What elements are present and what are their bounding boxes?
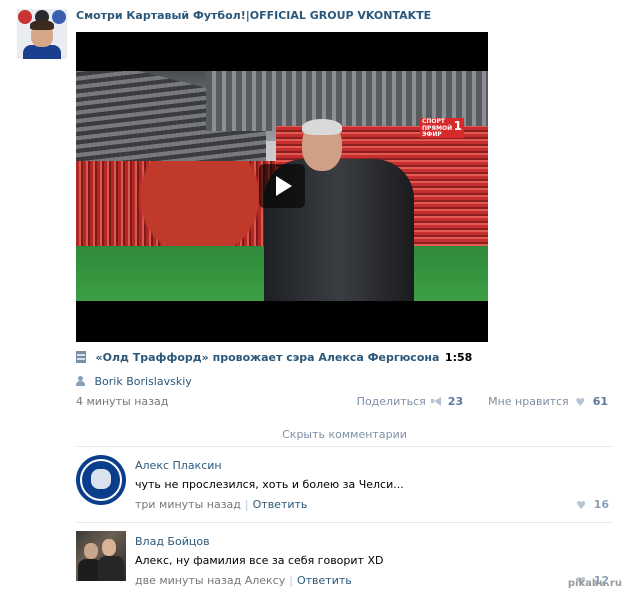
channel-logo-sub: ПРЯМОЙ ЭФИР: [422, 124, 453, 139]
reply-button[interactable]: Ответить: [253, 498, 308, 511]
share-button[interactable]: Поделиться: [357, 395, 426, 408]
heart-icon: ♥: [576, 499, 587, 512]
play-button[interactable]: [259, 164, 305, 208]
comment-avatar[interactable]: [76, 455, 126, 505]
comment-avatar[interactable]: [76, 531, 126, 581]
group-title-link[interactable]: Смотри Картавый Футбол!|OFFICIAL GROUP V…: [76, 9, 431, 22]
club-badge-icon: [52, 10, 66, 24]
watermark: pikabu.ru: [567, 578, 622, 589]
comment: Алекс Плаксин чуть не прослезился, хоть …: [76, 455, 613, 525]
avatar-figure: [98, 556, 124, 581]
divider: [76, 522, 613, 523]
comment: Влад Бойцов Алекс, ну фамилия все за себ…: [76, 531, 613, 596]
wall-post: Смотри Картавый Футбол!|OFFICIAL GROUP V…: [0, 0, 628, 596]
like-count: 61: [592, 395, 608, 408]
hide-comments-link[interactable]: Скрыть комментарии: [76, 428, 613, 441]
club-badge-icon: [18, 10, 32, 24]
channel-logo-number: 1: [453, 119, 462, 133]
person-icon: [76, 376, 85, 386]
man-figure: [264, 119, 414, 301]
like-button[interactable]: Мне нравится: [488, 395, 569, 408]
comment-like-count: 16: [593, 498, 609, 511]
comment-time[interactable]: три минуты назад: [135, 498, 241, 511]
avatar-face: [84, 543, 98, 559]
video-caption: «Олд Траффорд» провожает сэра Алекса Фер…: [76, 351, 472, 364]
comment-author-link[interactable]: Влад Бойцов: [135, 535, 210, 548]
group-avatar[interactable]: [17, 9, 67, 59]
divider: [76, 446, 613, 447]
heart-icon: ♥: [575, 396, 586, 409]
avatar-figure: [23, 45, 61, 59]
comment-time[interactable]: две минуты назад: [135, 574, 241, 587]
lion-icon: [91, 469, 111, 489]
hide-comments-label[interactable]: Скрыть комментарии: [282, 428, 407, 441]
comment-meta: две минуты назад Алексу | Ответить: [135, 574, 352, 587]
comment-likes[interactable]: ♥ 16: [573, 498, 609, 511]
share-count: 23: [447, 395, 464, 408]
megaphone-icon: [431, 397, 442, 406]
video-title-link[interactable]: «Олд Траффорд» провожает сэра Алекса Фер…: [96, 351, 440, 364]
post-actions: Поделиться 23 Мне нравится ♥ 61: [357, 395, 608, 408]
post-timestamp[interactable]: 4 минуты назад: [76, 395, 168, 408]
reply-button[interactable]: Ответить: [297, 574, 352, 587]
play-icon: [276, 176, 292, 196]
post-author: Borik Borislavskiy: [76, 375, 192, 388]
channel-logo: СПОРТ ПРЯМОЙ ЭФИР 1: [420, 118, 464, 138]
video-player[interactable]: СПОРТ ПРЯМОЙ ЭФИР 1: [76, 32, 488, 342]
avatar-hair: [30, 20, 54, 30]
reply-to[interactable]: Алексу: [245, 574, 286, 587]
video-film-icon: [76, 351, 86, 363]
post-author-link[interactable]: Borik Borislavskiy: [95, 375, 192, 388]
comment-meta: три минуты назад | Ответить: [135, 498, 307, 511]
separator: |: [289, 574, 293, 587]
comment-text: Алекс, ну фамилия все за себя говорит XD: [135, 554, 384, 567]
comment-text: чуть не прослезился, хоть и болею за Чел…: [135, 478, 404, 491]
avatar-face: [102, 539, 116, 556]
comment-author-link[interactable]: Алекс Плаксин: [135, 459, 222, 472]
separator: |: [244, 498, 249, 511]
video-duration: 1:58: [444, 351, 473, 364]
man-hair: [302, 119, 342, 135]
